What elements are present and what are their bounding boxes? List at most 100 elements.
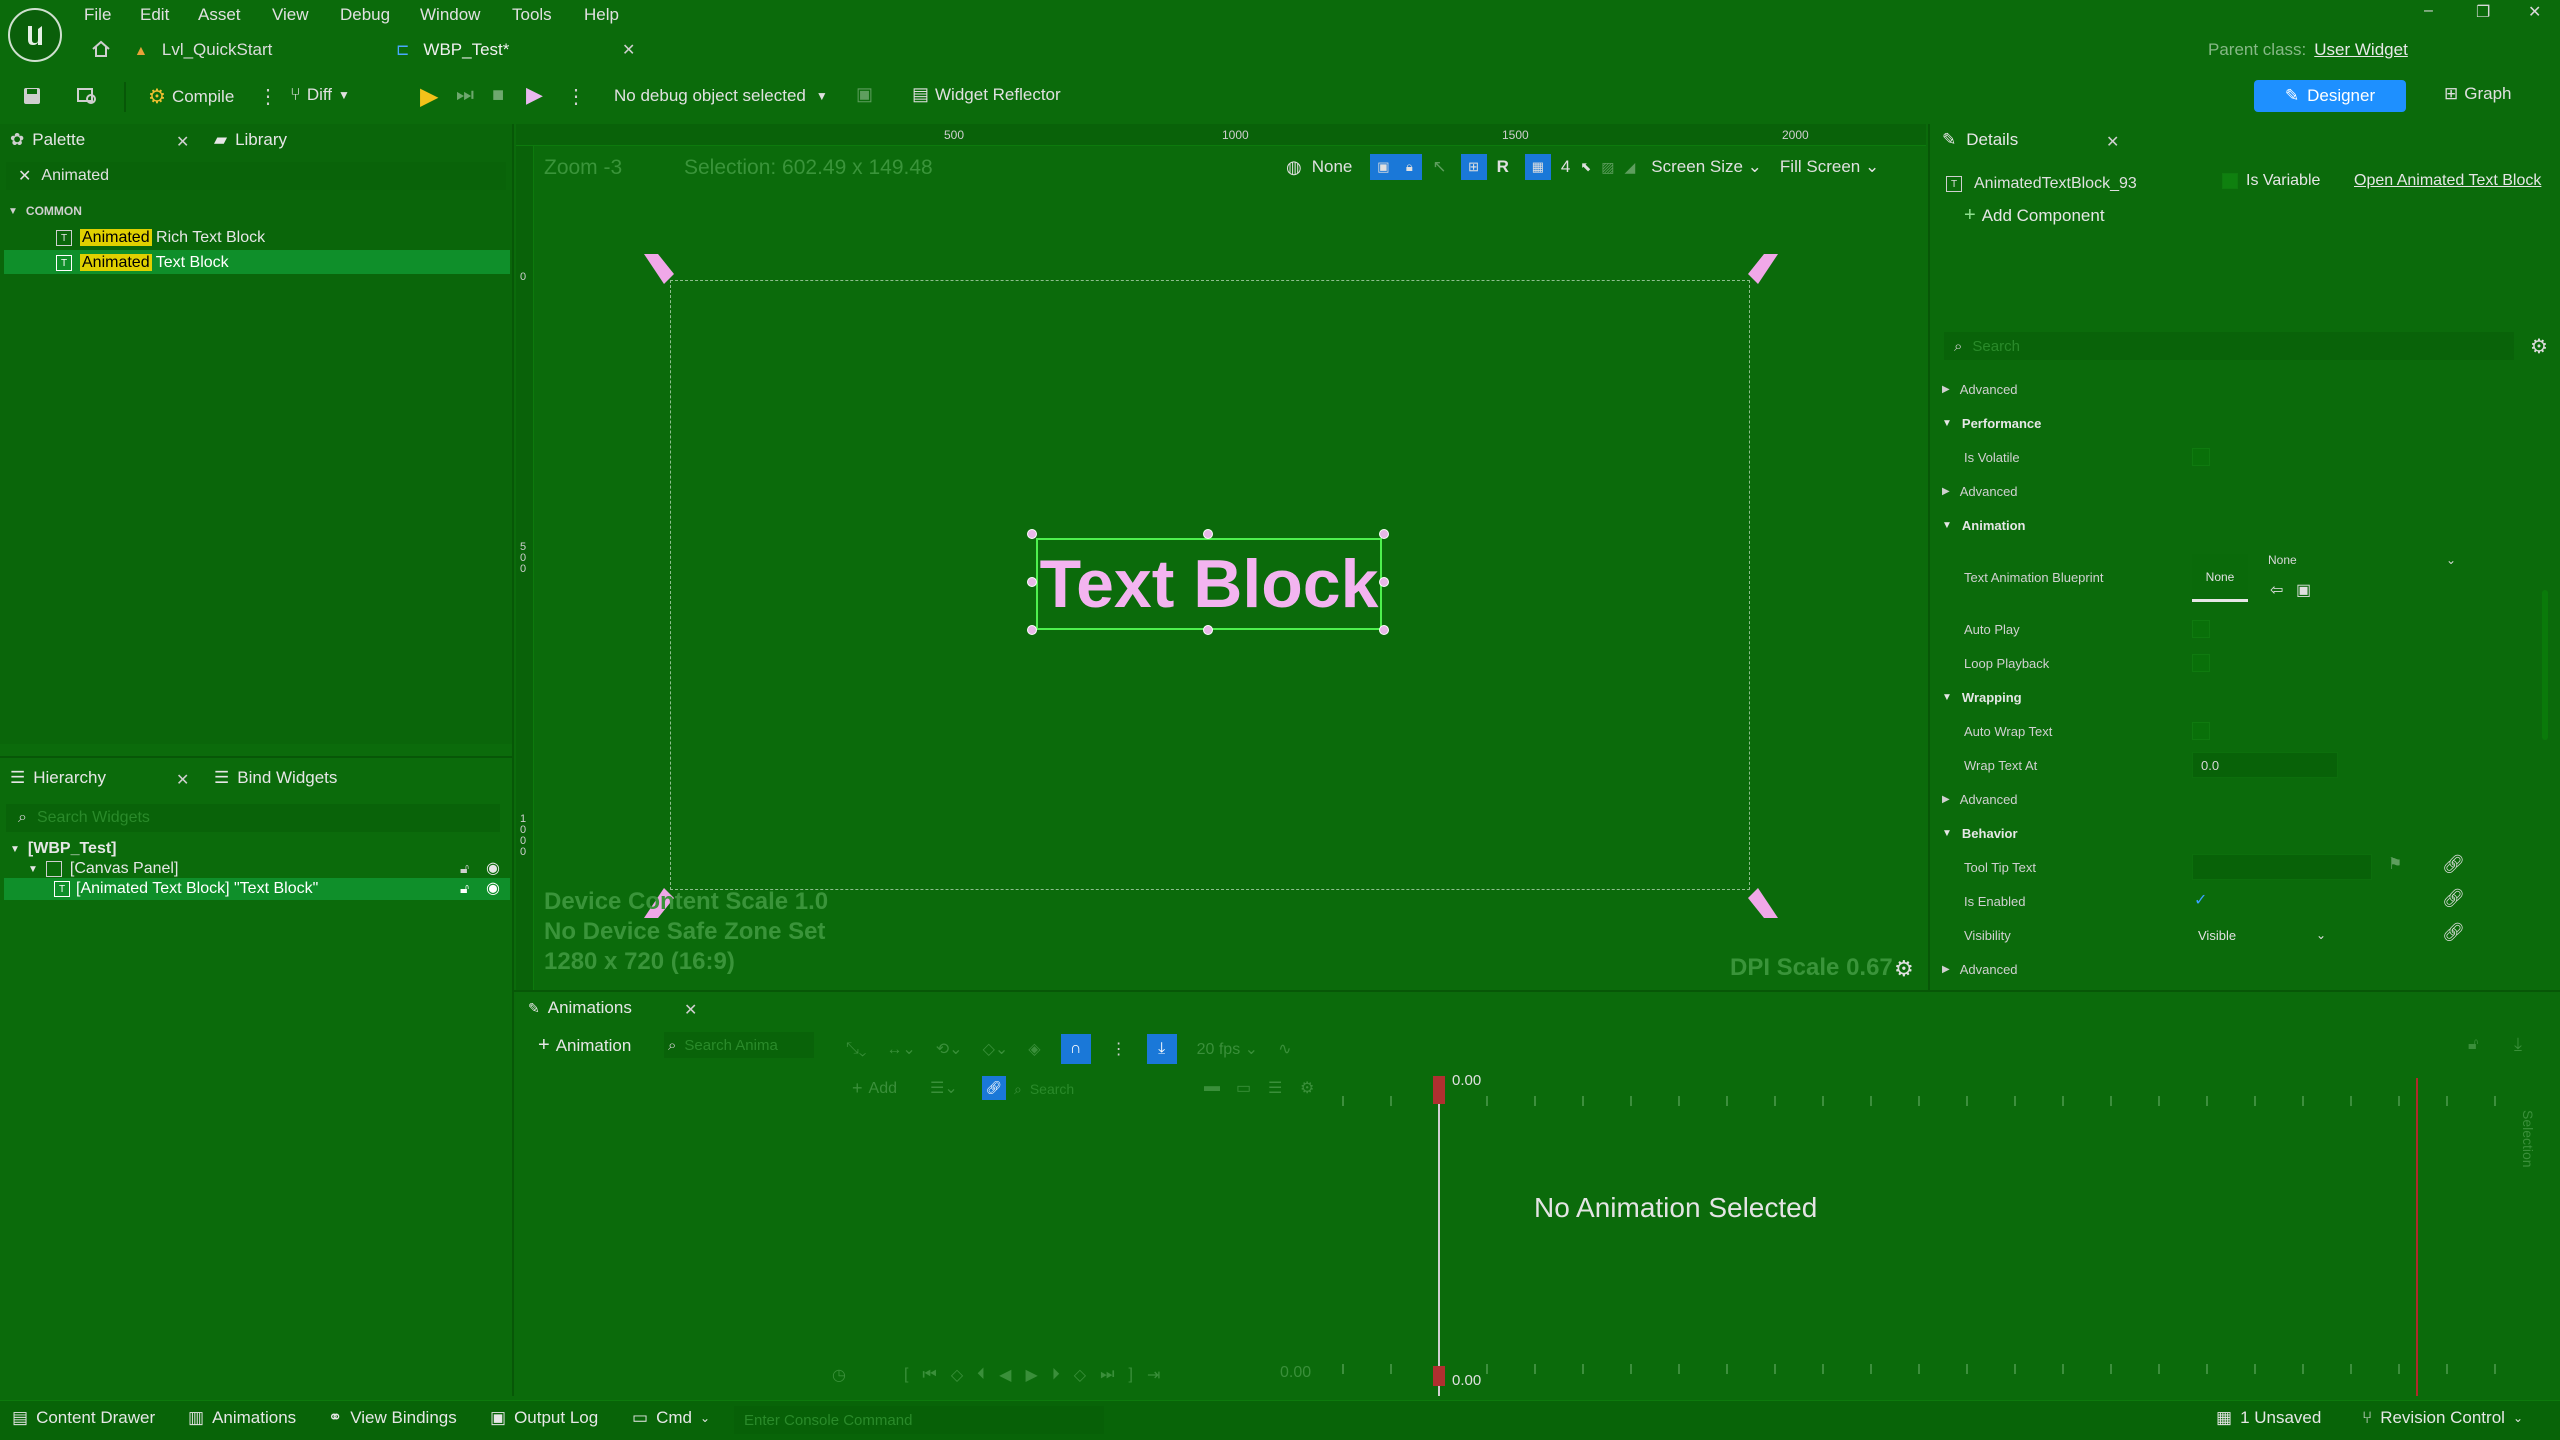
snap-options-icon[interactable]: ⋮ [1111, 1039, 1127, 1059]
download-icon[interactable]: ⤓ [2514, 1034, 2522, 1055]
menu-edit[interactable]: Edit [140, 5, 169, 25]
revision-control-button[interactable]: ⑂ Revision Control ⌄ [2362, 1408, 2523, 1428]
lock-icon[interactable]: 🔓︎ [2468, 1036, 2478, 1054]
debug-browse-icon[interactable]: ▣ [856, 84, 873, 105]
tree-item[interactable]: T [Animated Text Block] "Text Block" [54, 878, 318, 900]
view-bindings-button[interactable]: ⚭ View Bindings [328, 1408, 457, 1428]
auto-wrap-checkbox[interactable] [2192, 722, 2210, 740]
prev-key-icon[interactable]: ◇ [951, 1365, 963, 1385]
localization-flag-icon[interactable]: ⚑ [2388, 854, 2402, 874]
menu-view[interactable]: View [272, 5, 309, 25]
r-toggle-label[interactable]: R [1497, 157, 1509, 177]
key-icon[interactable]: ◇⌄ [983, 1039, 1009, 1059]
graph-button[interactable]: ⊞ Graph [2444, 84, 2512, 104]
play-icon[interactable]: ▶ [420, 82, 438, 111]
widget-name-field[interactable]: AnimatedTextBlock_93 [1974, 175, 2137, 193]
keyframe-icon[interactable]: ◈ [1028, 1039, 1040, 1059]
range-start-icon[interactable]: [ [904, 1366, 908, 1384]
designer-viewport[interactable]: 500 1000 1500 2000 0 5 0 0 1 0 0 0 Zoom … [516, 124, 1926, 990]
wrap-text-at-field[interactable]: 0.0 [2192, 752, 2338, 778]
playhead-marker[interactable] [1433, 1076, 1445, 1104]
tab-library[interactable]: ▰ Library [214, 130, 287, 150]
image-icon[interactable]: ▨ [1601, 159, 1614, 176]
close-animations-icon[interactable]: ✕ [684, 1000, 697, 1020]
resize-handle[interactable] [1027, 625, 1037, 635]
jump-end-icon[interactable]: ⏭ [1100, 1366, 1114, 1384]
localization-preview-label[interactable]: None [1312, 157, 1353, 177]
anchor-bottom-right[interactable] [1742, 882, 1782, 922]
end-range-line[interactable] [2416, 1078, 2418, 1396]
category-behavior[interactable]: ▼ Behavior [1942, 818, 2018, 848]
browse-icon[interactable] [74, 84, 100, 108]
list-icon[interactable]: ☰ [1268, 1078, 1282, 1098]
anchor-top-left[interactable] [640, 250, 680, 290]
is-variable-toggle[interactable]: Is Variable [2222, 172, 2320, 190]
auto-play-checkbox[interactable] [2192, 620, 2210, 638]
snap-magnet-icon[interactable]: ∩ [1060, 1034, 1091, 1064]
resize-handle[interactable] [1203, 529, 1213, 539]
lock-icon[interactable]: 🔓︎ [460, 860, 469, 877]
tab-details[interactable]: ✎ Details [1942, 130, 2018, 150]
is-volatile-checkbox[interactable] [2192, 448, 2210, 466]
save-icon[interactable] [20, 84, 44, 108]
lock-toggle-icon[interactable]: 🔒︎ [1396, 154, 1423, 180]
grid-snap-value[interactable]: 4 [1561, 157, 1570, 177]
tab-animations[interactable]: ✎ Animations [528, 998, 632, 1018]
diff-button[interactable]: ⑂ Diff ▼ [290, 84, 350, 105]
tree-item[interactable]: ▼ [Canvas Panel] [28, 858, 178, 880]
fps-dropdown[interactable]: 20 fps ⌄ [1197, 1039, 1258, 1059]
curve-editor-icon[interactable]: ∿ [1278, 1039, 1291, 1059]
resize-handle[interactable] [1027, 529, 1037, 539]
add-animation-button[interactable]: + Animation [538, 1034, 631, 1057]
add-track-button[interactable]: + Add [852, 1078, 897, 1099]
settings-gear-icon[interactable]: ⚙ [1300, 1078, 1314, 1098]
category-advanced[interactable]: ▶ Advanced [1942, 476, 2018, 506]
key-options-icon[interactable]: ⟲⌄ [936, 1039, 963, 1059]
tree-item[interactable]: ▼ [WBP_Test] [10, 838, 117, 860]
is-enabled-checkbox[interactable]: ✓ [2194, 890, 2207, 910]
range-end-icon[interactable]: ] [1129, 1366, 1133, 1384]
open-animated-text-block-link[interactable]: Open Animated Text Block [2354, 172, 2541, 190]
compile-button[interactable]: ⚙ Compile [148, 84, 234, 109]
add-component-button[interactable]: + Add Component [1964, 204, 2105, 227]
selected-widget[interactable]: Text Block [1036, 538, 1382, 630]
cursor-icon[interactable]: ↖ [1432, 157, 1446, 177]
details-search[interactable]: ⌕ Search [1944, 332, 2514, 360]
anchor-top-right[interactable] [1742, 250, 1782, 290]
unsaved-button[interactable]: ▦ 1 Unsaved [2216, 1408, 2321, 1428]
snap-frame-icon[interactable]: ⤓ [1146, 1034, 1177, 1064]
bind-link-icon[interactable]: 🔗︎ [2442, 922, 2465, 943]
loop-icon[interactable]: ⇥ [1147, 1365, 1160, 1385]
close-hierarchy-icon[interactable]: ✕ [176, 770, 189, 790]
resize-handle[interactable] [1379, 577, 1389, 587]
unreal-logo-icon[interactable] [8, 8, 62, 62]
menu-window[interactable]: Window [420, 5, 480, 25]
grid-snap-icon[interactable]: ▦ [1524, 154, 1551, 180]
widget-reflector-button[interactable]: ▤ Widget Reflector [912, 84, 1061, 105]
restore-button[interactable]: ❐ [2476, 2, 2490, 22]
timeline-area[interactable]: 0.00 0.00 No Animation Selected [1342, 1068, 2532, 1396]
resize-handle[interactable] [1027, 577, 1037, 587]
tab-palette[interactable]: ✿ Palette [10, 130, 85, 150]
resize-handle[interactable] [1379, 625, 1389, 635]
asset-thumbnail[interactable]: None [2192, 554, 2248, 602]
category-animation[interactable]: ▼ Animation [1942, 510, 2025, 540]
resize-handle[interactable] [1379, 529, 1389, 539]
eye-icon[interactable]: ◉ [486, 878, 500, 898]
category-advanced[interactable]: ▶ Advanced [1942, 954, 2018, 984]
settings-gear-icon[interactable]: ⚙ [2530, 334, 2548, 359]
content-drawer-button[interactable]: ▤ Content Drawer [12, 1408, 155, 1428]
use-selected-icon[interactable]: ⇦ [2270, 580, 2283, 600]
fill-screen-dropdown[interactable]: Fill Screen ⌄ [1780, 157, 1879, 177]
asset-picker-dropdown[interactable]: None ⌄ [2262, 548, 2462, 572]
bind-link-icon[interactable]: 🔗︎ [2442, 854, 2465, 875]
loop-playback-checkbox[interactable] [2192, 654, 2210, 672]
time-settings-icon[interactable]: ◷ [832, 1365, 846, 1385]
close-window-button[interactable]: ✕ [2528, 2, 2541, 22]
link-icon[interactable]: 🔗︎ [982, 1076, 1006, 1100]
expand-all-icon[interactable]: ▭ [1236, 1078, 1251, 1098]
collapse-all-icon[interactable]: ▬ [1204, 1078, 1220, 1096]
step-icon[interactable]: ⏭ [456, 84, 474, 107]
transform-icon[interactable]: ⤡⌄ [846, 1040, 866, 1058]
eye-icon[interactable]: ◉ [486, 858, 500, 878]
